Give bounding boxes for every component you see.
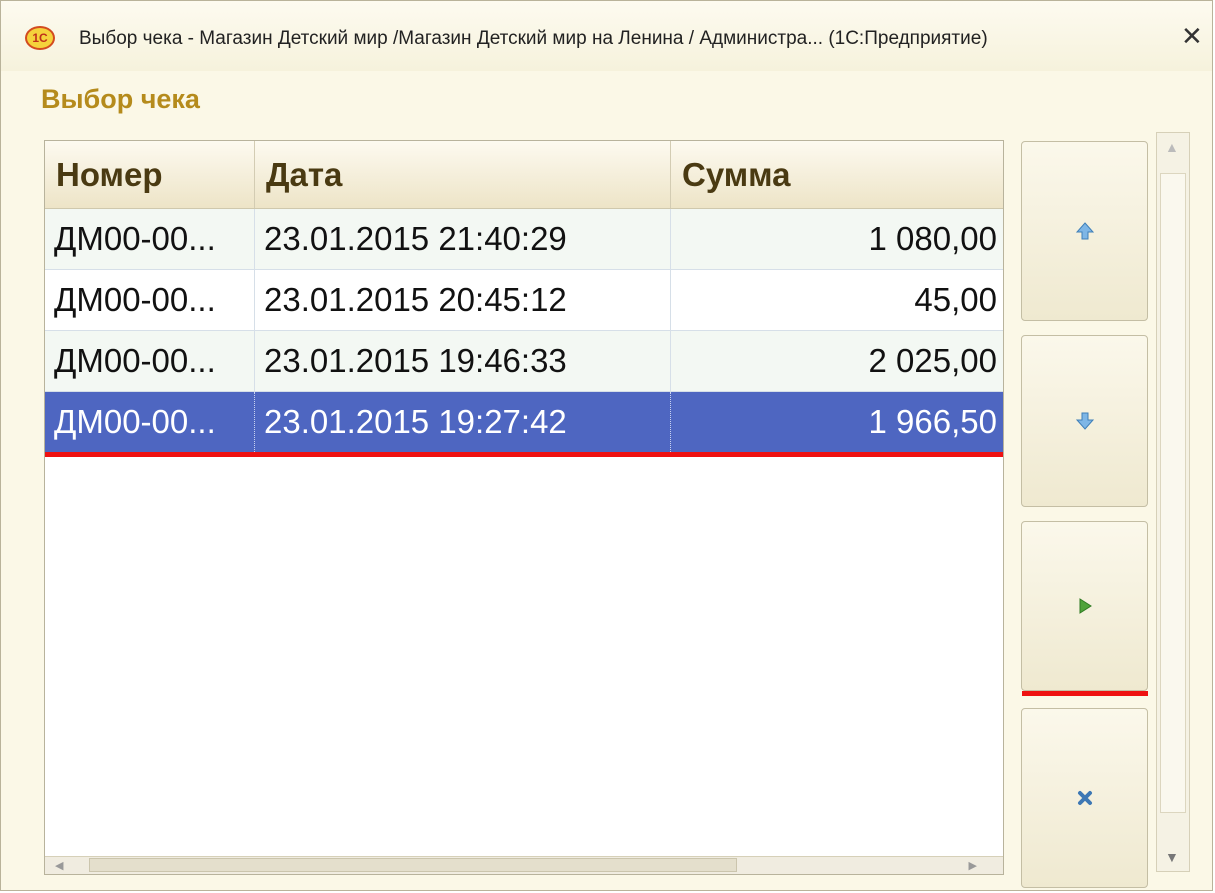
cell-date: 23.01.2015 20:45:12 [255,270,671,330]
1c-logo-icon: 1C [25,26,55,50]
cell-number: ДМ00-00... [45,270,255,330]
arrow-down-icon [1075,412,1094,430]
cell-sum: 2 025,00 [868,342,997,379]
table-row[interactable]: ДМ00-00... 23.01.2015 20:45:12 45,00 [45,270,1003,331]
horizontal-scroll-thumb[interactable] [89,858,737,872]
cell-date: 23.01.2015 19:27:42 [255,392,671,452]
button-highlight-underline [1022,691,1148,696]
cell-sum: 1 080,00 [868,220,997,257]
column-header-number[interactable]: Номер [45,141,255,208]
cell-sum: 45,00 [914,281,997,318]
vertical-scroll-track[interactable] [1160,173,1186,813]
close-window-icon[interactable]: ✕ [1181,22,1203,52]
scroll-left-icon[interactable]: ◀ [55,859,63,872]
scroll-down-icon[interactable]: ▼ [1165,849,1179,865]
window-title: Выбор чека - Магазин Детский мир /Магази… [79,28,988,49]
cell-number: ДМ00-00... [45,392,255,452]
arrow-up-icon [1075,222,1094,240]
horizontal-scrollbar[interactable]: ◀ ▶ [45,856,1003,874]
select-button[interactable] [1021,521,1148,691]
table-header: Номер Дата Сумма [45,141,1003,209]
cell-date: 23.01.2015 21:40:29 [255,209,671,269]
move-up-button[interactable] [1021,141,1148,321]
receipts-table: Номер Дата Сумма ДМ00-00... 23.01.2015 2… [44,140,1004,875]
vertical-scrollbar[interactable]: ▲ ▼ [1156,132,1190,872]
cell-sum: 1 966,50 [868,403,997,440]
cell-number: ДМ00-00... [45,331,255,391]
cell-number: ДМ00-00... [45,209,255,269]
column-header-date[interactable]: Дата [255,141,671,208]
highlight-underline [45,452,1003,457]
table-row[interactable]: ДМ00-00... 23.01.2015 19:46:33 2 025,00 [45,331,1003,392]
move-down-button[interactable] [1021,335,1148,507]
column-header-sum[interactable]: Сумма [671,141,1003,208]
play-icon [1079,598,1092,614]
close-icon [1077,791,1092,805]
cell-date: 23.01.2015 19:46:33 [255,331,671,391]
title-bar: 1C Выбор чека - Магазин Детский мир /Маг… [1,1,1212,71]
table-row-selected[interactable]: ДМ00-00... 23.01.2015 19:27:42 1 966,50 [45,392,1003,453]
scroll-right-icon[interactable]: ▶ [969,859,977,872]
scroll-up-icon[interactable]: ▲ [1165,139,1179,155]
table-row[interactable]: ДМ00-00... 23.01.2015 21:40:29 1 080,00 [45,209,1003,270]
cancel-button[interactable] [1021,708,1148,888]
dialog-window: 1C Выбор чека - Магазин Детский мир /Маг… [0,0,1213,891]
form-title: Выбор чека [41,84,200,114]
